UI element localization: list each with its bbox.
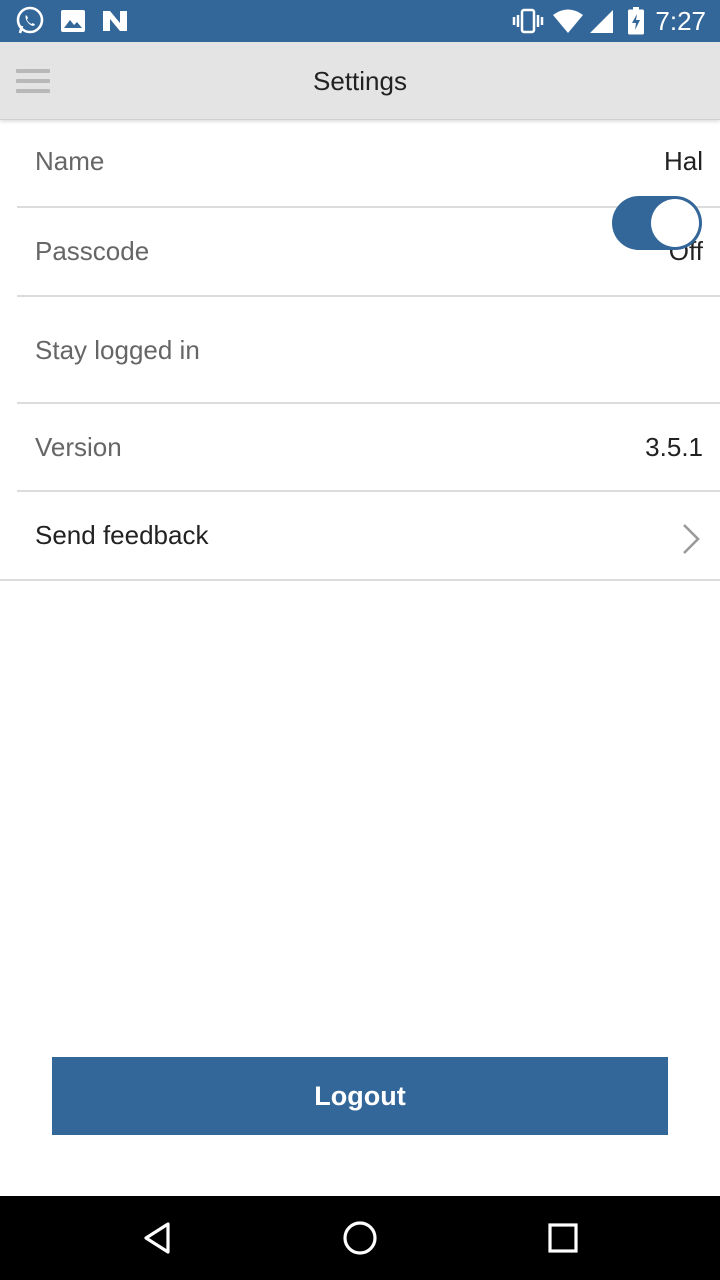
divider bbox=[0, 579, 720, 581]
stay-logged-in-toggle[interactable] bbox=[612, 196, 702, 250]
name-label: Name bbox=[35, 146, 105, 176]
vibrate-icon bbox=[512, 5, 544, 37]
status-time: 7:27 bbox=[655, 6, 706, 36]
battery-charging-icon bbox=[620, 5, 652, 37]
chevron-right-icon bbox=[680, 522, 702, 556]
app-bar: Settings bbox=[0, 42, 720, 120]
image-icon bbox=[57, 5, 89, 37]
logout-button[interactable]: Logout bbox=[52, 1057, 668, 1135]
settings-row-stay-logged-in: Stay logged in bbox=[0, 297, 720, 404]
settings-row-name[interactable]: Name Hal bbox=[0, 120, 720, 208]
recents-icon[interactable] bbox=[541, 1216, 585, 1260]
toggle-knob bbox=[651, 199, 699, 247]
back-icon[interactable] bbox=[136, 1216, 180, 1260]
stay-logged-in-label: Stay logged in bbox=[35, 335, 200, 365]
version-value: 3.5.1 bbox=[645, 432, 703, 462]
page-title: Settings bbox=[313, 66, 407, 96]
settings-row-version: Version 3.5.1 bbox=[0, 404, 720, 492]
home-icon[interactable] bbox=[338, 1216, 382, 1260]
name-value: Hal bbox=[663, 146, 703, 176]
settings-list: Name Hal Passcode Off Stay logged in Ver… bbox=[0, 120, 720, 581]
send-feedback-label: Send feedback bbox=[35, 520, 209, 550]
wifi-icon bbox=[552, 5, 584, 37]
passcode-label: Passcode bbox=[35, 236, 150, 266]
whatsapp-icon bbox=[14, 5, 46, 37]
navigation-bar bbox=[0, 1196, 720, 1280]
settings-row-send-feedback[interactable]: Send feedback bbox=[0, 492, 720, 581]
signal-icon bbox=[585, 5, 617, 37]
version-label: Version bbox=[35, 432, 122, 462]
n-app-icon bbox=[99, 5, 131, 37]
status-bar: 7:27 bbox=[0, 0, 720, 42]
